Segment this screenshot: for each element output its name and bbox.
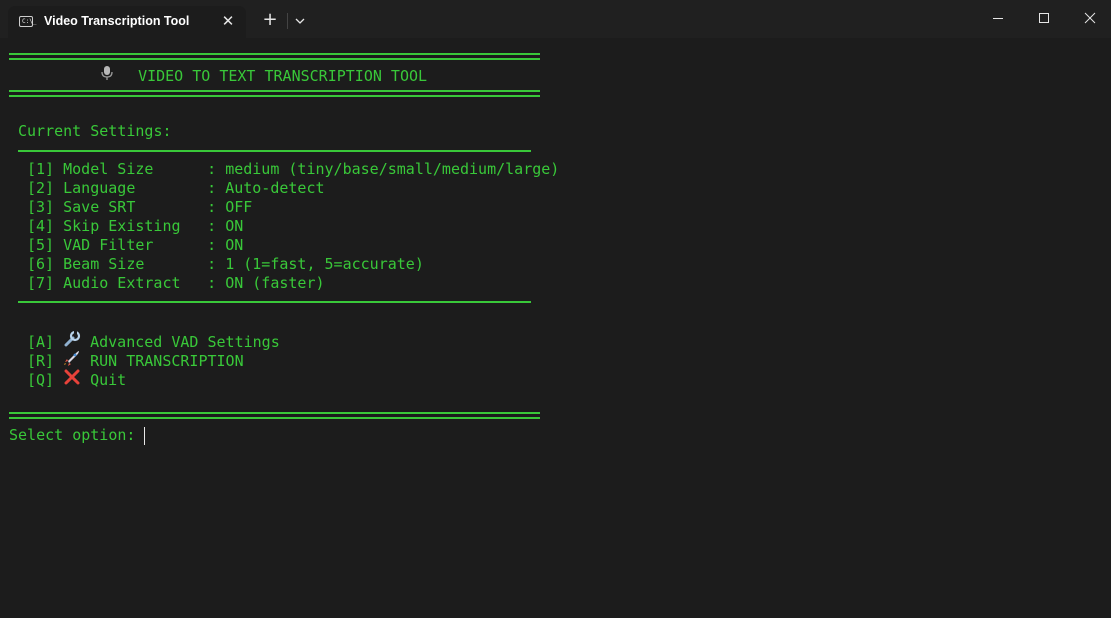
setting-key: [5] <box>27 236 55 254</box>
setting-row: [1] Model Size: medium (tiny/base/small/… <box>27 160 559 179</box>
microphone-icon <box>100 65 120 86</box>
setting-value: ON <box>225 236 244 254</box>
wrench-icon <box>63 330 83 352</box>
setting-label: Save SRT <box>63 198 136 216</box>
setting-label: VAD Filter <box>63 236 154 254</box>
terminal-window: C:\_ Video Transcription Tool ✕ + VIDEO … <box>0 0 1111 618</box>
setting-row: [4] Skip Existing: ON <box>27 217 243 236</box>
action-key: [A] <box>27 333 55 351</box>
rocket-icon <box>63 350 83 371</box>
action-label: RUN TRANSCRIPTION <box>90 352 244 370</box>
action-key: [R] <box>27 352 55 370</box>
setting-value: 1 (1=fast, 5=accurate) <box>225 255 424 273</box>
setting-separator: : <box>207 255 226 273</box>
header-line: VIDEO TO TEXT TRANSCRIPTION TOOL <box>100 65 427 86</box>
menu-action-q[interactable]: [Q] Quit <box>27 369 126 390</box>
setting-row: [7] Audio Extract: ON (faster) <box>27 274 325 293</box>
setting-value: ON <box>225 217 244 235</box>
setting-row: [6] Beam Size: 1 (1=fast, 5=accurate) <box>27 255 424 274</box>
close-window-button[interactable] <box>1067 0 1111 38</box>
setting-separator: : <box>207 198 226 216</box>
tab-separator <box>287 13 288 29</box>
title-bar[interactable]: C:\_ Video Transcription Tool ✕ + <box>0 0 1111 38</box>
close-icon <box>1084 12 1096 24</box>
header-top-rule <box>9 53 540 60</box>
setting-label: Language <box>63 179 136 197</box>
action-label: Quit <box>90 371 127 389</box>
setting-key: [7] <box>27 274 55 292</box>
setting-separator: : <box>207 160 226 178</box>
header-title: VIDEO TO TEXT TRANSCRIPTION TOOL <box>138 67 428 85</box>
cross-mark-icon <box>63 369 83 390</box>
tab-title: Video Transcription Tool <box>44 14 190 28</box>
footer-rule <box>9 412 540 419</box>
menu-action-a[interactable]: [A] Advanced VAD Settings <box>27 330 280 352</box>
command-prompt-icon: C:\_ <box>19 16 36 27</box>
settings-top-rule <box>18 150 531 152</box>
text-cursor[interactable] <box>144 427 145 445</box>
setting-value: medium (tiny/base/small/medium/large) <box>225 160 560 178</box>
maximize-button[interactable] <box>1021 0 1067 38</box>
setting-separator: : <box>207 236 226 254</box>
action-label: Advanced VAD Settings <box>90 333 280 351</box>
menu-action-r[interactable]: [R] RUN TRANSCRIPTION <box>27 350 244 371</box>
minimize-button[interactable] <box>975 0 1021 38</box>
setting-separator: : <box>207 217 226 235</box>
action-key: [Q] <box>27 371 55 389</box>
setting-key: [6] <box>27 255 55 273</box>
setting-row: [5] VAD Filter: ON <box>27 236 243 255</box>
header-bottom-rule <box>9 90 540 97</box>
close-tab-icon[interactable]: ✕ <box>217 10 239 32</box>
setting-key: [2] <box>27 179 55 197</box>
setting-key: [1] <box>27 160 55 178</box>
setting-label: Model Size <box>63 160 154 178</box>
setting-label: Beam Size <box>63 255 145 273</box>
setting-value: Auto-detect <box>225 179 325 197</box>
chevron-down-icon <box>295 18 305 24</box>
setting-value: OFF <box>225 198 253 216</box>
setting-key: [4] <box>27 217 55 235</box>
tab-video-transcription-tool[interactable]: C:\_ Video Transcription Tool ✕ <box>8 6 246 38</box>
setting-separator: : <box>207 179 226 197</box>
tab-dropdown-button[interactable] <box>290 9 310 33</box>
new-tab-button[interactable]: + <box>258 9 282 33</box>
setting-label: Audio Extract <box>63 274 181 292</box>
maximize-icon <box>1039 13 1049 23</box>
settings-bottom-rule <box>18 301 531 303</box>
setting-row: [2] Language: Auto-detect <box>27 179 325 198</box>
setting-row: [3] Save SRT: OFF <box>27 198 252 217</box>
select-option-prompt: Select option: <box>9 426 145 444</box>
setting-key: [3] <box>27 198 55 216</box>
minimize-icon <box>993 18 1003 19</box>
setting-label: Skip Existing <box>63 217 181 235</box>
setting-separator: : <box>207 274 226 292</box>
terminal-output[interactable]: VIDEO TO TEXT TRANSCRIPTION TOOL Current… <box>0 38 1111 618</box>
section-title: Current Settings: <box>18 122 172 140</box>
setting-value: ON (faster) <box>225 274 325 292</box>
